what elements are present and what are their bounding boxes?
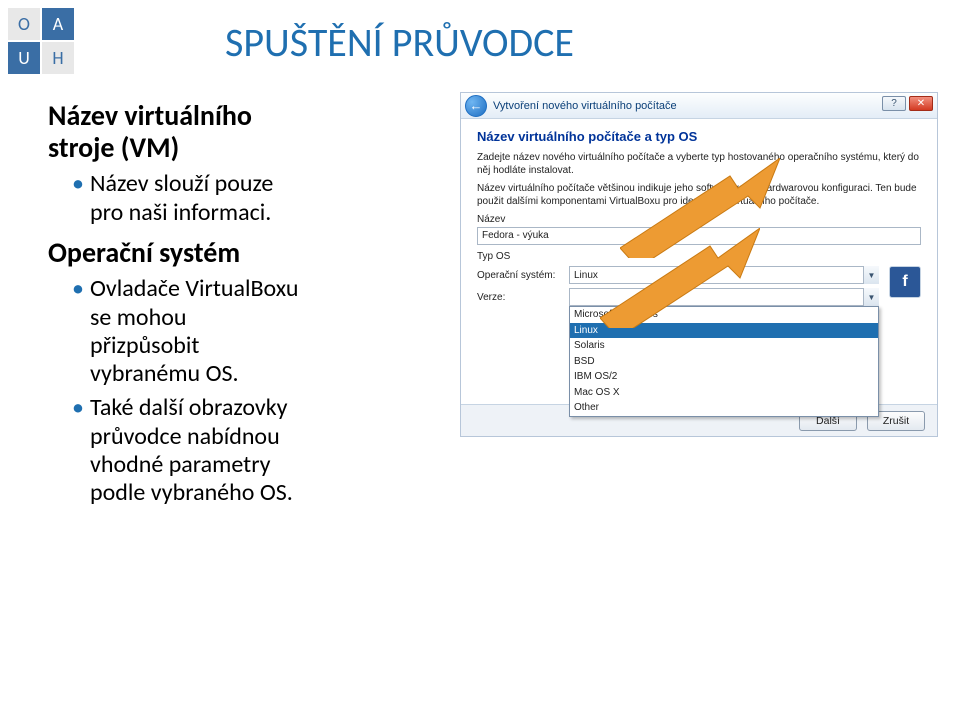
- bullet-text: průvodce nabídnou: [90, 422, 280, 451]
- bullet-item: Název slouží pouze pro naši informaci.: [72, 170, 443, 227]
- bullet-text: vybranému OS.: [90, 359, 239, 388]
- arrow-left-icon: ←: [470, 98, 483, 113]
- bullet-item: Ovladače VirtualBoxu se mohou přizpůsobi…: [72, 275, 443, 388]
- heading-vm-name: Název virtuálního stroje (VM): [48, 100, 443, 164]
- slide-title: SPUŠTĚNÍ PRŮVODCE: [225, 18, 574, 67]
- os-option[interactable]: Mac OS X: [570, 385, 878, 401]
- chevron-down-icon[interactable]: ▼: [863, 288, 879, 306]
- bullet-text: pro naši informaci.: [90, 198, 271, 227]
- os-option[interactable]: Solaris: [570, 338, 878, 354]
- label-operating-system: Operační systém:: [477, 270, 563, 281]
- heading-line: stroje (VM): [48, 130, 179, 165]
- bullet-text: se mohou: [90, 303, 186, 332]
- bullet-text: přizpůsobit: [90, 331, 199, 360]
- content-column: Název virtuálního stroje (VM) Název slou…: [48, 100, 443, 518]
- help-button[interactable]: ?: [882, 96, 906, 111]
- logo-cell-u: U: [8, 42, 40, 74]
- logo: O A U H: [8, 8, 74, 74]
- bullet-text: podle vybraného OS.: [90, 478, 293, 507]
- chevron-down-icon[interactable]: ▼: [863, 266, 879, 284]
- dialog-titlebar: ← Vytvoření nového virtuálního počítače …: [461, 93, 937, 119]
- label-version: Verze:: [477, 292, 563, 303]
- heading-os: Operační systém: [48, 237, 443, 269]
- dialog-title: Vytvoření nového virtuálního počítače: [493, 100, 677, 112]
- logo-cell-a: A: [42, 8, 74, 40]
- os-option[interactable]: BSD: [570, 354, 878, 370]
- arrow-annotation-icon: [600, 228, 760, 328]
- os-icon: f: [889, 266, 921, 298]
- os-option[interactable]: IBM OS/2: [570, 369, 878, 385]
- bullet-text: Ovladače VirtualBoxu: [90, 274, 299, 303]
- logo-cell-h: H: [42, 42, 74, 74]
- step-heading: Název virtuálního počítače a typ OS: [477, 129, 921, 144]
- bullet-item: Také další obrazovky průvodce nabídnou v…: [72, 394, 443, 507]
- bullet-text: Také další obrazovky: [90, 393, 288, 422]
- close-button[interactable]: ✕: [909, 96, 933, 111]
- window-buttons: ? ✕: [882, 96, 933, 111]
- bullet-text: Název slouží pouze: [90, 169, 273, 198]
- back-button[interactable]: ←: [465, 95, 487, 117]
- heading-line: Název virtuálního: [48, 98, 252, 133]
- bullet-text: vhodné parametry: [90, 450, 271, 479]
- os-option[interactable]: Other: [570, 400, 878, 416]
- logo-cell-o: O: [8, 8, 40, 40]
